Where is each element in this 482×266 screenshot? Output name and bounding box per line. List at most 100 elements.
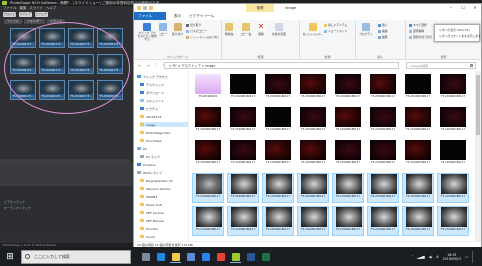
nav-item[interactable]: Macaron Samba <box>140 186 188 191</box>
maximize-button[interactable]: ☐ <box>457 4 469 12</box>
volume-icon[interactable]: ◀) <box>429 255 433 259</box>
tab-view[interactable]: 表示 <box>170 12 185 20</box>
search-input[interactable]: imageの検索 <box>406 62 476 69</box>
nav-item[interactable]: TouchView <box>140 138 188 143</box>
file-item[interactable]: T5-201906180117 <box>437 140 469 170</box>
file-item[interactable]: T5-201906180117 <box>227 206 259 236</box>
new-folder-icon[interactable] <box>149 6 153 10</box>
cut-button[interactable]: 切り取り <box>186 23 201 27</box>
file-item[interactable]: T5-201906180117 <box>402 173 434 203</box>
ime-indicator[interactable]: A <box>436 255 438 259</box>
file-item[interactable]: T5-201906180117 <box>227 140 259 170</box>
show-desktop-button[interactable] <box>472 251 480 263</box>
nav-item[interactable]: PhotoStage Man <box>140 130 188 135</box>
file-item[interactable]: T5-201906180117 <box>297 173 329 203</box>
file-item[interactable]: T5-201906180117 <box>332 140 364 170</box>
file-item[interactable]: T5-201906180117 <box>332 107 364 137</box>
nav-item[interactable]: HDDドライブ <box>137 170 188 175</box>
copy-path-button[interactable]: パスのコピー <box>186 29 207 33</box>
nav-item[interactable]: Eドライブ <box>140 154 188 159</box>
file-item[interactable]: T5-201906180117 <box>437 206 469 236</box>
timeline-tracks[interactable]: ビデオトラック オーディオトラック <box>0 186 130 238</box>
move-to-button[interactable]: 移動先 <box>225 23 233 36</box>
file-item[interactable]: T5-201906180117 <box>227 74 259 104</box>
file-item[interactable]: T5-201906180117 <box>332 173 364 203</box>
taskbar-app-chrome[interactable] <box>215 251 226 263</box>
chevron-up-icon[interactable]: ˄ <box>412 255 414 259</box>
nav-item[interactable]: Dropbox <box>137 162 188 167</box>
properties-button[interactable]: プロパティ <box>359 23 373 36</box>
nav-item[interactable]: PC <box>137 146 188 151</box>
taskbar-app-excel[interactable] <box>260 251 271 263</box>
file-item[interactable]: T5-201906180117 <box>367 140 399 170</box>
new-folder-button[interactable]: 新しいフォルダー <box>303 23 322 36</box>
file-list-scrollbar[interactable] <box>475 71 481 241</box>
file-item[interactable]: T5-201906180117 <box>297 206 329 236</box>
taskbar-app-task-view[interactable] <box>140 251 151 263</box>
rename-button[interactable]: 名前の変更 <box>272 23 286 36</box>
delete-button[interactable]: ✕ 削除 <box>257 23 265 36</box>
taskbar-search-box[interactable]: ここに入力して検索 <box>21 250 131 264</box>
manage-context-tab[interactable]: 管理 <box>246 4 274 12</box>
file-item[interactable]: T5-201906180117 <box>227 107 259 137</box>
nav-item[interactable]: Scunn <box>140 234 188 239</box>
nav-item[interactable]: BiographicDec 3d <box>140 178 188 183</box>
file-item[interactable]: T5-201906151 <box>192 74 224 104</box>
paste-button[interactable]: 貼り付け <box>172 23 183 36</box>
nav-item[interactable]: ピクチャ <box>140 106 188 111</box>
media-button[interactable]: メディア <box>19 12 32 17</box>
easy-access-button[interactable]: ショートカット <box>324 29 348 33</box>
copy-to-button[interactable]: コピー先 <box>240 23 251 36</box>
file-item[interactable]: T5-201906180117 <box>367 74 399 104</box>
notification-icon[interactable]: ▭ <box>465 255 468 259</box>
file-item[interactable]: T5-201906180117 <box>297 107 329 137</box>
file-item[interactable]: T5-201906180117 <box>437 74 469 104</box>
edit-button[interactable]: 編集 <box>378 29 388 33</box>
recent-chevron-icon[interactable]: ˅ <box>153 63 159 69</box>
nav-item[interactable]: ドキュメント <box>140 98 188 103</box>
forward-arrow-icon[interactable]: → <box>145 63 151 69</box>
paste-shortcut-button[interactable]: ショートカットの貼り付け <box>186 35 219 39</box>
project-button[interactable]: プロジェクト <box>3 12 16 17</box>
invert-selection-button[interactable]: 選択の切り替え <box>409 35 433 39</box>
address-bar[interactable]: > PC > デスクトップ > image <box>164 62 399 69</box>
file-item[interactable]: T5-201906180117 <box>367 173 399 203</box>
network-icon[interactable]: ▂▄▆ <box>417 255 424 259</box>
file-item[interactable]: T5-201906180117 <box>402 74 434 104</box>
subtab-folders[interactable]: フォルダー <box>24 19 46 24</box>
new-item-button[interactable]: 新しいアイテム <box>324 23 347 27</box>
file-item[interactable]: T5-201906180117 <box>367 107 399 137</box>
select-none-button[interactable]: 選択解除 <box>409 29 424 33</box>
file-item[interactable]: T5-201906180117 <box>437 107 469 137</box>
subtab-files[interactable]: ファイル <box>4 19 23 24</box>
taskbar-app-photostage[interactable] <box>230 251 241 263</box>
nav-item[interactable]: デスクトップ <box>140 82 188 87</box>
file-item[interactable]: T5-201906180117 <box>402 206 434 236</box>
file-item[interactable]: T5-201906180117 <box>297 74 329 104</box>
nav-item[interactable]: クイック アクセス <box>137 74 188 79</box>
taskbar-app-store[interactable] <box>185 251 196 263</box>
file-item[interactable]: T5-201906180117 <box>332 206 364 236</box>
taskbar-app-file-explorer[interactable] <box>170 251 181 263</box>
nav-item[interactable]: PDF Lecture <box>140 210 188 215</box>
file-item[interactable]: T5-201906180117 <box>262 107 294 137</box>
select-all-button[interactable]: すべて選択 <box>409 23 427 27</box>
file-item[interactable]: T5-201906180117 <box>402 140 434 170</box>
file-item[interactable]: T5-201906180117 <box>192 206 224 236</box>
pin-quick-access-button[interactable]: クイック アクセスにピン留めする <box>137 23 157 41</box>
file-item[interactable]: T5-201906180117 <box>227 173 259 203</box>
windows-start-icon[interactable]: ⊞ <box>4 251 16 263</box>
tab-picture-tools[interactable]: ピクチャツール <box>185 12 218 20</box>
file-item[interactable]: T5-201906180117 <box>297 140 329 170</box>
history-button[interactable]: 履歴 <box>378 35 388 39</box>
file-item[interactable]: T5-201906180117 <box>332 74 364 104</box>
nav-item[interactable]: PDF Manual <box>140 218 188 223</box>
nav-item[interactable]: Movie Soft <box>140 202 188 207</box>
properties-icon[interactable] <box>143 6 147 10</box>
nav-item[interactable]: ダウンロード <box>140 90 188 95</box>
taskbar-app-mail[interactable] <box>200 251 211 263</box>
file-item[interactable]: T5-201906180117 <box>262 140 294 170</box>
copy-button[interactable]: コピー <box>159 23 167 36</box>
taskbar-app-word[interactable] <box>245 251 256 263</box>
file-item[interactable]: T5-201906180117 <box>262 74 294 104</box>
